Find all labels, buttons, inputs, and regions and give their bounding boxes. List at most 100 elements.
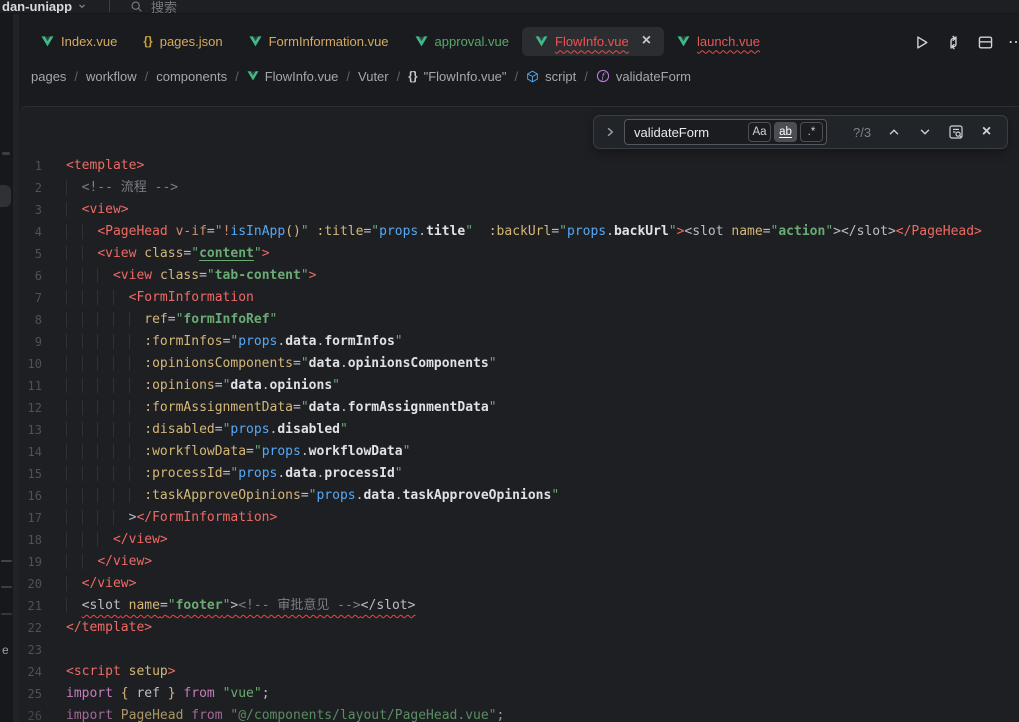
code-line-3[interactable]: 3 <view> [19,199,1019,221]
line-number[interactable]: 4 [19,221,66,243]
code-line-11[interactable]: 11 :opinions="data.opinions" [19,375,1019,397]
line-number[interactable]: 20 [19,573,66,595]
global-search-button[interactable]: 搜索 [130,0,177,14]
run-button[interactable] [912,33,930,51]
split-editor-button[interactable] [976,33,994,51]
code-area[interactable]: 1<template>2 <!-- 流程 -->3 <view>4 <PageH… [19,107,1019,722]
code-line-6[interactable]: 6 <view class="tab-content"> [19,265,1019,287]
close-find-icon[interactable]: × [978,123,995,140]
code-line-24[interactable]: 24<script setup> [19,661,1019,683]
code-line-19[interactable]: 19 </view> [19,551,1019,573]
line-number[interactable]: 12 [19,397,66,419]
tab-approval.vue[interactable]: approval.vue [402,27,522,56]
breadcrumb-item-FlowInfo.vue[interactable]: {}"FlowInfo.vue" [408,69,506,84]
match-case-button[interactable]: Aa [748,122,771,142]
line-number[interactable]: 5 [19,243,66,265]
breadcrumb-separator: / [74,69,78,84]
code-line-7[interactable]: 7 <FormInformation [19,287,1019,309]
breadcrumb-item-Vuter[interactable]: Vuter [358,69,389,84]
code-line-14[interactable]: 14 :workflowData="props.workflowData" [19,441,1019,463]
find-input[interactable] [625,125,743,140]
code-text: <view class="tab-content"> [66,265,316,287]
find-nav: × [885,124,997,141]
breadcrumb-item-workflow[interactable]: workflow [86,69,137,84]
sidebar-selected-item[interactable] [0,185,11,207]
breadcrumb-item-components[interactable]: components [156,69,227,84]
code-line-1[interactable]: 1<template> [19,155,1019,177]
line-number[interactable]: 1 [19,155,66,177]
code-text: :opinionsComponents="data.opinionsCompon… [66,353,497,375]
find-next-button[interactable] [916,124,933,141]
code-line-17[interactable]: 17 ></FormInformation> [19,507,1019,529]
svg-text:f: f [600,71,606,81]
editor[interactable]: Aa ab .* ?/3 × [19,106,1019,722]
line-number[interactable]: 18 [19,529,66,551]
code-line-23[interactable]: 23 [19,639,1019,661]
compare-changes-button[interactable] [944,33,962,51]
line-number[interactable]: 21 [19,595,66,617]
line-number[interactable]: 8 [19,309,66,331]
code-text: :formAssignmentData="data.formAssignment… [66,397,497,419]
line-number[interactable]: 25 [19,683,66,705]
tab-label: launch.vue [697,34,760,49]
line-number[interactable]: 6 [19,265,66,287]
line-number[interactable]: 14 [19,441,66,463]
whole-word-button[interactable]: ab [774,122,797,142]
line-number[interactable]: 9 [19,331,66,353]
line-number[interactable]: 17 [19,507,66,529]
line-number[interactable]: 11 [19,375,66,397]
code-line-8[interactable]: 8 ref="formInfoRef" [19,309,1019,331]
find-widget: Aa ab .* ?/3 × [593,115,1008,149]
code-line-9[interactable]: 9 :formInfos="props.data.formInfos" [19,331,1019,353]
code-line-5[interactable]: 5 <view class="content"> [19,243,1019,265]
code-line-2[interactable]: 2 <!-- 流程 --> [19,177,1019,199]
line-number[interactable]: 2 [19,177,66,199]
code-line-21[interactable]: 21 <slot name="footer"><!-- 审批意见 --></sl… [19,595,1019,617]
code-line-26[interactable]: 26import PageHead from "@/components/lay… [19,705,1019,722]
code-line-4[interactable]: 4 <PageHead v-if="!isInApp()" :title="pr… [19,221,1019,243]
sidebar-item-fragment [2,152,10,155]
line-number[interactable]: 26 [19,705,66,722]
breadcrumb-item-FlowInfo.vue[interactable]: FlowInfo.vue [247,69,339,84]
tab-launch.vue[interactable]: launch.vue [664,27,773,56]
code-line-25[interactable]: 25import { ref } from "vue"; [19,683,1019,705]
code-line-22[interactable]: 22</template> [19,617,1019,639]
sidebar-item-fragment [1,560,12,562]
line-number[interactable]: 16 [19,485,66,507]
code-line-16[interactable]: 16 :taskApproveOpinions="props.data.task… [19,485,1019,507]
toggle-replace-chevron-icon[interactable] [604,126,616,138]
code-line-10[interactable]: 10 :opinionsComponents="data.opinionsCom… [19,353,1019,375]
line-number[interactable]: 24 [19,661,66,683]
code-line-12[interactable]: 12 :formAssignmentData="data.formAssignm… [19,397,1019,419]
code-line-15[interactable]: 15 :processId="props.data.processId" [19,463,1019,485]
tab-bar: Index.vue{}pages.jsonFormInformation.vue… [19,14,1019,60]
vue-icon [415,35,428,48]
code-line-13[interactable]: 13 :disabled="props.disabled" [19,419,1019,441]
code-line-20[interactable]: 20 </view> [19,573,1019,595]
line-number[interactable]: 19 [19,551,66,573]
tab-pages.json[interactable]: {}pages.json [130,27,235,56]
close-tab-icon[interactable]: × [642,33,651,49]
tab-Index.vue[interactable]: Index.vue [28,27,130,56]
line-number[interactable]: 22 [19,617,66,639]
tab-FlowInfo.vue[interactable]: FlowInfo.vue× [522,27,664,56]
line-number[interactable]: 23 [19,639,66,661]
breadcrumb-item-script[interactable]: script [526,69,576,84]
line-number[interactable]: 7 [19,287,66,309]
more-actions-button[interactable]: ⋯ [1008,32,1019,52]
line-number[interactable]: 10 [19,353,66,375]
line-number[interactable]: 15 [19,463,66,485]
line-number[interactable]: 13 [19,419,66,441]
line-number[interactable]: 3 [19,199,66,221]
regex-button[interactable]: .* [800,122,823,142]
project-selector[interactable]: dan-uniapp [2,0,87,14]
code-line-18[interactable]: 18 </view> [19,529,1019,551]
code-text: <script setup> [66,661,176,683]
find-previous-button[interactable] [885,124,902,141]
breadcrumb-item-validateForm[interactable]: fvalidateForm [596,69,691,84]
breadcrumb-label: pages [31,69,66,84]
tab-FormInformation.vue[interactable]: FormInformation.vue [236,27,402,56]
find-in-selection-button[interactable] [947,124,964,141]
breadcrumb-item-pages[interactable]: pages [31,69,66,84]
tab-label: approval.vue [435,34,509,49]
